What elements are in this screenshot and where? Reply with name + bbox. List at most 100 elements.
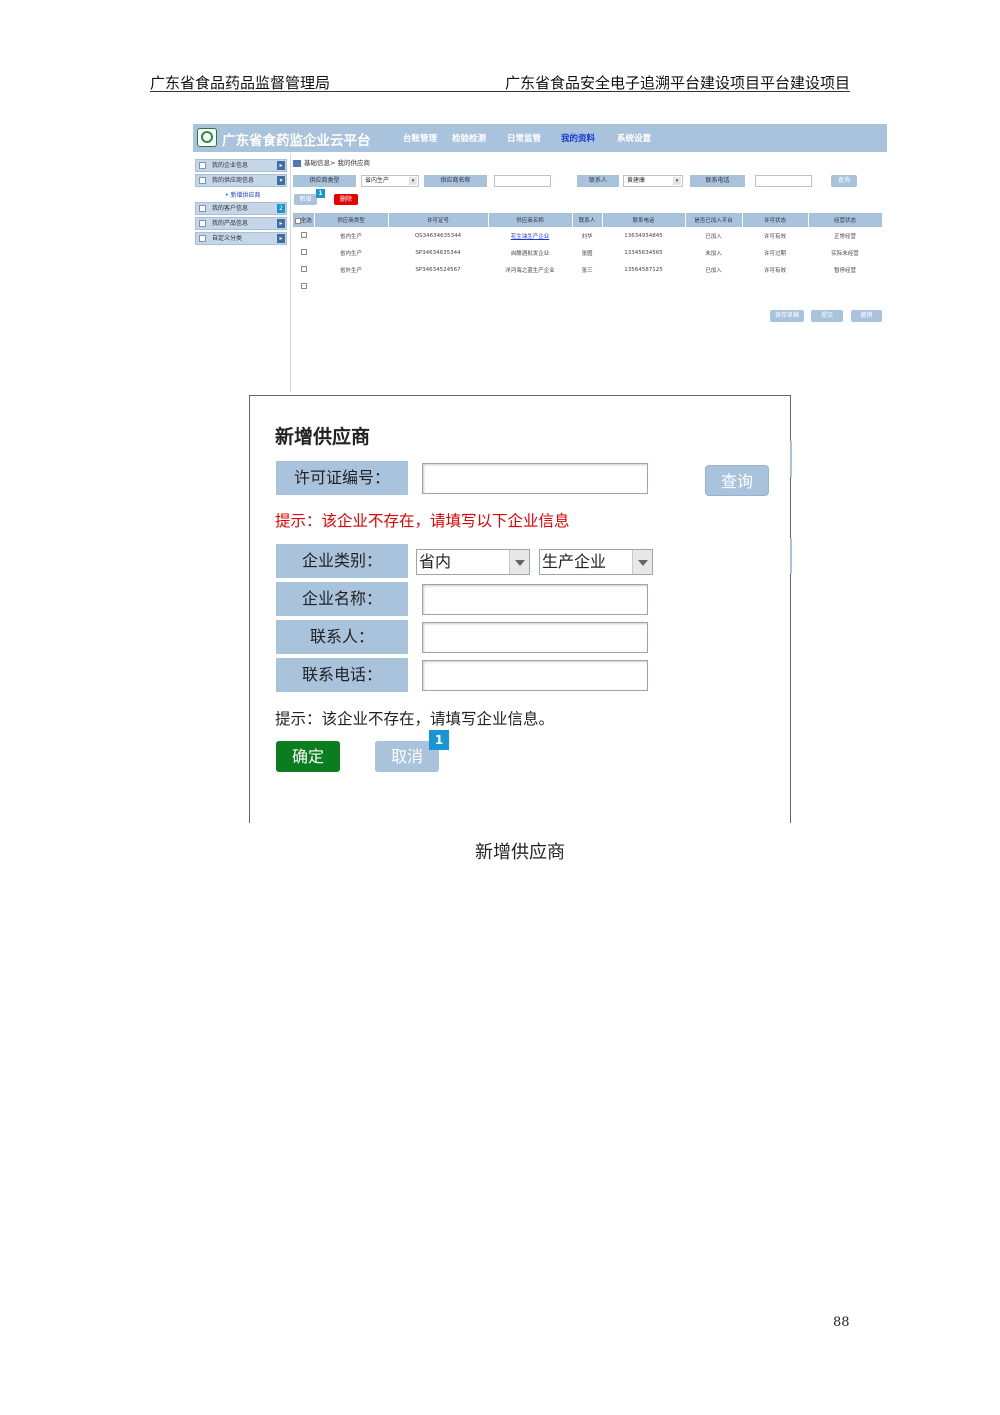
filter-contact-label: 联系人 bbox=[577, 175, 619, 187]
table-cell: 13345634565 bbox=[624, 249, 663, 256]
add-supplier-button[interactable]: 新增 bbox=[294, 194, 317, 205]
filter-name-input[interactable] bbox=[494, 175, 551, 187]
contact-label: 联系人： bbox=[276, 620, 408, 654]
page-icon bbox=[199, 177, 206, 184]
table-row[interactable]: 省外生产 SP34634524567 洋河海之蓝生产企业 张三 13564587… bbox=[293, 261, 882, 278]
header-left-text: 广东省食品药品监督管理局 bbox=[150, 74, 331, 92]
company-name-input[interactable] bbox=[422, 584, 648, 615]
contact-input[interactable] bbox=[422, 622, 648, 653]
table-cell: 暂停经营 bbox=[833, 267, 856, 274]
confirm-button[interactable]: 确定 bbox=[276, 741, 340, 772]
company-region-select[interactable]: 省内 bbox=[416, 549, 530, 575]
table-cell: 自酿酒批发企业 bbox=[510, 250, 550, 257]
page-icon bbox=[199, 205, 206, 212]
filter-type-select[interactable]: 省内生产 ▾ bbox=[361, 175, 419, 187]
table-cell: 13634934845 bbox=[624, 232, 663, 239]
table-cell: 许可过期 bbox=[763, 250, 786, 257]
table-cell: SP34634635344 bbox=[415, 249, 461, 256]
table-cell: 已加入 bbox=[705, 233, 722, 240]
license-number-input[interactable] bbox=[422, 463, 648, 494]
sidebar-item-custom-category[interactable]: 自定义分类 ▸ bbox=[195, 232, 287, 245]
revoke-button[interactable]: 撤销 bbox=[851, 310, 882, 322]
column-header: 经营状态 bbox=[808, 213, 883, 227]
row-checkbox[interactable] bbox=[300, 283, 307, 290]
logo-icon bbox=[197, 128, 217, 147]
supplier-name-link[interactable]: 花生油生产企业 bbox=[511, 234, 550, 240]
column-header: 供应商类型 bbox=[314, 213, 389, 227]
sidebar-item-customers[interactable]: 我的客户信息 2 bbox=[195, 202, 287, 215]
column-header: 联系人 bbox=[572, 213, 603, 227]
table-cell: 正常经营 bbox=[833, 233, 856, 240]
filter-type-label: 供应商类型 bbox=[293, 175, 356, 187]
phone-input[interactable] bbox=[422, 660, 648, 691]
save-draft-button[interactable]: 保存草稿 bbox=[770, 310, 804, 322]
nav-my-profile[interactable]: 我的资料 bbox=[561, 132, 595, 144]
query-button[interactable]: 查询 bbox=[831, 175, 857, 187]
filter-phone-label: 联系电话 bbox=[690, 175, 745, 187]
table-cell: 实际未经营 bbox=[831, 250, 859, 257]
license-number-label: 许可证编号： bbox=[276, 461, 408, 495]
table-cell: 未加入 bbox=[705, 250, 722, 257]
table-row[interactable] bbox=[293, 278, 882, 295]
sidebar-divider bbox=[290, 154, 291, 392]
sidebar-item-suppliers[interactable]: 我的供应商信息 ▾ bbox=[195, 174, 287, 187]
new-supplier-dialog: 新增供应商 许可证编号： 查询 提示：该企业不存在，请填写以下企业信息 企业类别… bbox=[249, 395, 792, 823]
supplier-list-screenshot: 广东省食药监企业云平台 台账管理 检验检测 日常监管 我的资料 系统设置 我的企… bbox=[193, 124, 887, 392]
figure-caption: 新增供应商 bbox=[475, 842, 565, 863]
table-header-row: 全选 供应商类型 许可证号 供应商名称 联系人 联系电话 是否已加入平台 许可状… bbox=[293, 213, 883, 227]
nav-settings[interactable]: 系统设置 bbox=[617, 132, 651, 144]
column-header: 联系电话 bbox=[602, 213, 686, 227]
filter-name-label: 供应商名称 bbox=[424, 175, 487, 187]
query-button[interactable]: 查询 bbox=[705, 465, 769, 496]
filter-phone-input[interactable] bbox=[755, 175, 812, 187]
table-cell: 省内生产 bbox=[339, 233, 362, 240]
sidebar-item-products[interactable]: 我的产品信息 ▸ bbox=[195, 217, 287, 230]
table-cell: 张三 bbox=[581, 267, 593, 274]
table-row[interactable]: 省内生产 SP34634635344 自酿酒批发企业 张圆 1334563456… bbox=[293, 244, 882, 261]
column-header: 许可状态 bbox=[742, 213, 809, 227]
row-checkbox[interactable] bbox=[300, 232, 307, 239]
page-icon bbox=[199, 220, 206, 227]
nav-inspection[interactable]: 检验检测 bbox=[452, 132, 486, 144]
arrow-down-icon: ▾ bbox=[277, 176, 285, 185]
delete-button[interactable]: 删除 bbox=[334, 194, 358, 205]
column-header: 供应商名称 bbox=[488, 213, 573, 227]
column-header: 是否已加入平台 bbox=[685, 213, 743, 227]
table-cell: QS34634635344 bbox=[414, 232, 462, 239]
row-checkbox[interactable] bbox=[300, 249, 307, 256]
nav-ledger[interactable]: 台账管理 bbox=[403, 132, 437, 144]
table-cell: 省内生产 bbox=[339, 250, 362, 257]
column-header: 许可证号 bbox=[388, 213, 489, 227]
sidebar-subitem-new-supplier[interactable]: • 新增供应商 bbox=[195, 189, 287, 202]
company-type-label: 企业类别： bbox=[276, 544, 408, 578]
nav-supervision[interactable]: 日常监管 bbox=[507, 132, 541, 144]
brand-title: 广东省食药监企业云平台 bbox=[222, 133, 371, 149]
chevron-down-icon: ▾ bbox=[409, 177, 417, 185]
select-all-header[interactable]: 全选 bbox=[293, 213, 315, 227]
table-cell: 已加入 bbox=[705, 267, 722, 274]
left-sidebar: 我的企业信息 ▸ 我的供应商信息 ▾ • 新增供应商 我的客户信息 2 我的产品信息 ▸… bbox=[195, 159, 287, 247]
step-badge: 1 bbox=[429, 730, 449, 750]
table-cell: 许可有效 bbox=[763, 267, 786, 274]
filter-contact-select[interactable]: 黄建康 ▾ bbox=[623, 175, 683, 187]
dialog-title: 新增供应商 bbox=[275, 426, 371, 448]
document-header: 广东省食品药品监督管理局 广东省食品安全电子追溯平台建设项目平台建设项目 bbox=[150, 70, 850, 92]
header-right-text: 广东省食品安全电子追溯平台建设项目平台建设项目 bbox=[504, 74, 850, 92]
warning-message: 提示：该企业不存在，请填写以下企业信息 bbox=[275, 512, 570, 530]
sidebar-item-company-info[interactable]: 我的企业信息 ▸ bbox=[195, 159, 287, 172]
table-row[interactable]: 省内生产 QS34634635344 花生油生产企业 刘华 1363493484… bbox=[293, 227, 882, 244]
table-cell: 省外生产 bbox=[339, 267, 362, 274]
table-cell: 张圆 bbox=[581, 250, 593, 257]
company-name-label: 企业名称： bbox=[276, 582, 408, 616]
chevron-down-icon bbox=[632, 550, 652, 574]
company-kind-select[interactable]: 生产企业 bbox=[539, 549, 653, 575]
submit-button[interactable]: 提交 bbox=[811, 310, 843, 322]
chevron-down-icon: ▾ bbox=[673, 177, 681, 185]
step-badge: 1 bbox=[316, 189, 325, 198]
breadcrumb: 基础信息> 我的供应商 bbox=[293, 157, 370, 167]
step-badge: 2 bbox=[277, 204, 285, 213]
edge-mark bbox=[790, 538, 792, 574]
row-checkbox[interactable] bbox=[300, 266, 307, 273]
edge-mark bbox=[790, 441, 792, 477]
page-icon bbox=[199, 235, 206, 242]
